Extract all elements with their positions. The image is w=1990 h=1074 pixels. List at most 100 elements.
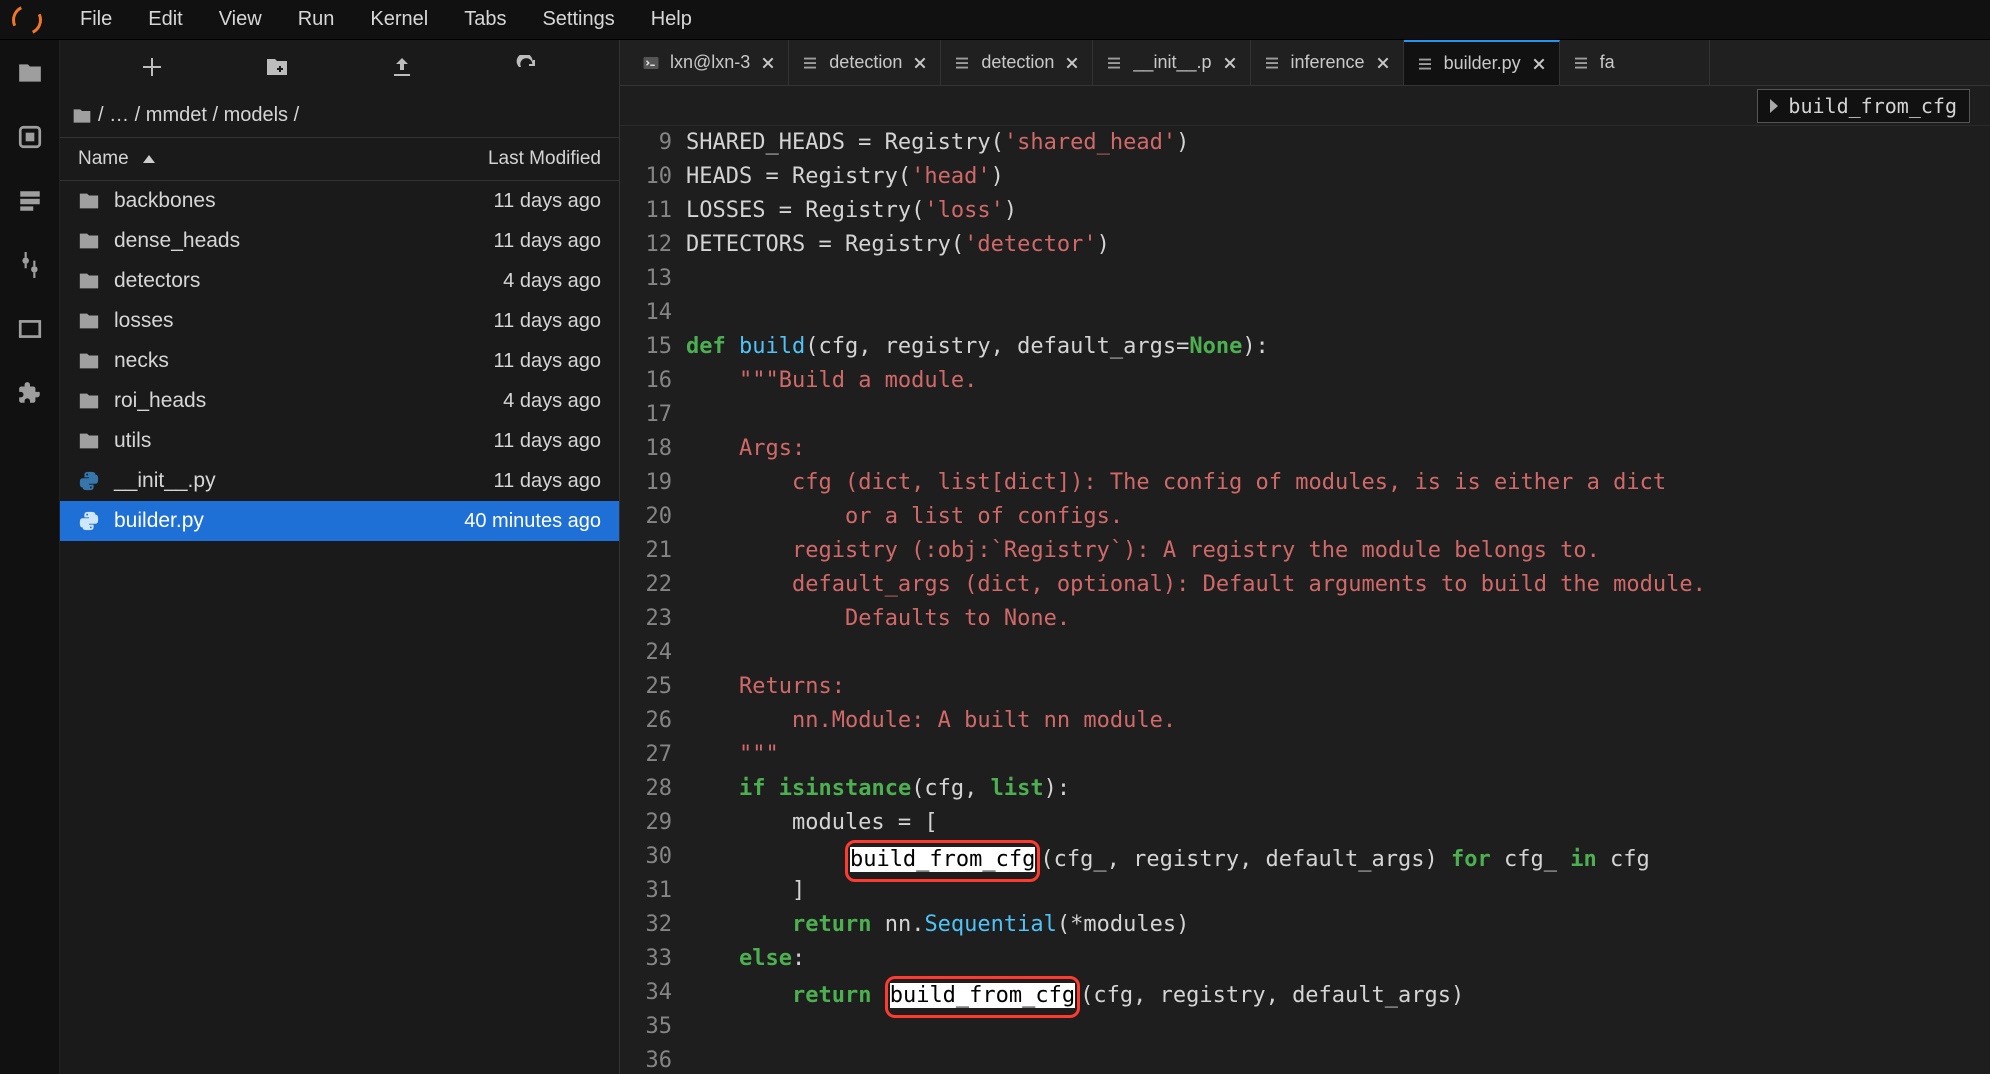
close-icon[interactable] [1531, 56, 1547, 72]
folder-icon [78, 430, 100, 452]
code-content[interactable]: SHARED_HEADS = Registry('shared_head')HE… [686, 126, 1990, 1074]
code-line: if isinstance(cfg, list): [686, 772, 1990, 806]
folder-icon [78, 190, 100, 212]
file-row[interactable]: builder.py40 minutes ago [60, 501, 619, 541]
menu-run[interactable]: Run [280, 2, 353, 37]
folder-icon [78, 230, 100, 252]
file-name: necks [114, 349, 494, 373]
tab[interactable]: detection [789, 40, 941, 85]
close-icon[interactable] [1222, 55, 1238, 71]
code-line: build_from_cfg(cfg_, registry, default_a… [686, 840, 1990, 874]
code-line: return build_from_cfg(cfg, registry, def… [686, 976, 1990, 1010]
tab-label: lxn@lxn-3 [670, 52, 750, 73]
code-editor[interactable]: 9101112131415161718192021222324252627282… [620, 126, 1990, 1074]
line-number: 32 [620, 908, 672, 942]
file-row[interactable]: necks11 days ago [60, 341, 619, 381]
code-line [686, 1044, 1990, 1074]
line-number: 22 [620, 568, 672, 602]
file-row[interactable]: __init__.py11 days ago [60, 461, 619, 501]
menu-help[interactable]: Help [633, 2, 710, 37]
python-icon [78, 510, 100, 532]
editor-area: lxn@lxn-3detectiondetection__init__.pinf… [620, 40, 1990, 1074]
tab[interactable]: builder.py [1404, 40, 1560, 85]
file-row[interactable]: losses11 days ago [60, 301, 619, 341]
code-line [686, 262, 1990, 296]
code-line: HEADS = Registry('head') [686, 160, 1990, 194]
code-line: def build(cfg, registry, default_args=No… [686, 330, 1990, 364]
line-number: 14 [620, 296, 672, 330]
refresh-icon[interactable] [515, 55, 539, 79]
line-number: 11 [620, 194, 672, 228]
code-line [686, 636, 1990, 670]
line-number: 34 [620, 976, 672, 1010]
tab[interactable]: detection [941, 40, 1093, 85]
column-modified[interactable]: Last Modified [488, 148, 601, 170]
file-row[interactable]: detectors4 days ago [60, 261, 619, 301]
menu-file[interactable]: File [62, 2, 130, 37]
tab-label: builder.py [1444, 53, 1521, 74]
extension-icon[interactable] [17, 380, 43, 406]
code-line: cfg (dict, list[dict]): The config of mo… [686, 466, 1990, 500]
jupyter-logo-icon [8, 0, 46, 38]
code-line [686, 1010, 1990, 1044]
file-modified: 11 days ago [494, 230, 602, 253]
file-list-header[interactable]: Name Last Modified [60, 137, 619, 181]
line-number: 29 [620, 806, 672, 840]
commands-icon[interactable] [17, 188, 43, 214]
file-row[interactable]: utils11 days ago [60, 421, 619, 461]
new-launcher-icon[interactable] [140, 55, 164, 79]
menu-edit[interactable]: Edit [130, 2, 200, 37]
symbol-breadcrumb[interactable]: build_from_cfg [1757, 89, 1970, 123]
menu-view[interactable]: View [201, 2, 280, 37]
menu-tabs[interactable]: Tabs [446, 2, 524, 37]
file-icon [1572, 54, 1590, 72]
file-icon [953, 54, 971, 72]
line-number: 35 [620, 1010, 672, 1044]
code-line [686, 296, 1990, 330]
file-modified: 4 days ago [503, 270, 601, 293]
running-icon[interactable] [17, 124, 43, 150]
tab-bar: lxn@lxn-3detectiondetection__init__.pinf… [620, 40, 1990, 86]
settings-icon[interactable] [17, 252, 43, 278]
column-name[interactable]: Name [78, 148, 129, 170]
close-icon[interactable] [912, 55, 928, 71]
code-line: nn.Module: A built nn module. [686, 704, 1990, 738]
file-name: backbones [114, 189, 494, 213]
file-row[interactable]: dense_heads11 days ago [60, 221, 619, 261]
tabs-icon[interactable] [17, 316, 43, 342]
file-row[interactable]: roi_heads4 days ago [60, 381, 619, 421]
close-icon[interactable] [1064, 55, 1080, 71]
tab[interactable]: lxn@lxn-3 [630, 40, 789, 85]
menu-kernel[interactable]: Kernel [352, 2, 446, 37]
new-folder-icon[interactable] [265, 55, 289, 79]
terminal-icon [642, 54, 660, 72]
tab[interactable]: __init__.p [1093, 40, 1250, 85]
search-highlight: build_from_cfg [885, 976, 1080, 1018]
file-modified: 40 minutes ago [464, 510, 601, 533]
line-number: 12 [620, 228, 672, 262]
folder-icon [78, 270, 100, 292]
file-modified: 11 days ago [494, 190, 602, 213]
menu-settings[interactable]: Settings [524, 2, 632, 37]
line-number: 36 [620, 1044, 672, 1074]
tab[interactable]: inference [1251, 40, 1404, 85]
line-number: 31 [620, 874, 672, 908]
breadcrumb[interactable]: / … / mmdet / models / [60, 94, 619, 137]
file-row[interactable]: backbones11 days ago [60, 181, 619, 221]
close-icon[interactable] [760, 55, 776, 71]
chevron-right-icon [1770, 99, 1780, 113]
file-name: builder.py [114, 509, 464, 533]
line-number: 18 [620, 432, 672, 466]
file-name: roi_heads [114, 389, 503, 413]
upload-icon[interactable] [390, 55, 414, 79]
tab-label: inference [1291, 52, 1365, 73]
line-number: 16 [620, 364, 672, 398]
line-number: 10 [620, 160, 672, 194]
tab[interactable]: fa [1560, 40, 1710, 85]
folder-icon[interactable] [17, 60, 43, 86]
close-icon[interactable] [1375, 55, 1391, 71]
symbol-bar: build_from_cfg [620, 86, 1990, 126]
code-line: modules = [ [686, 806, 1990, 840]
code-line: SHARED_HEADS = Registry('shared_head') [686, 126, 1990, 160]
line-number: 21 [620, 534, 672, 568]
